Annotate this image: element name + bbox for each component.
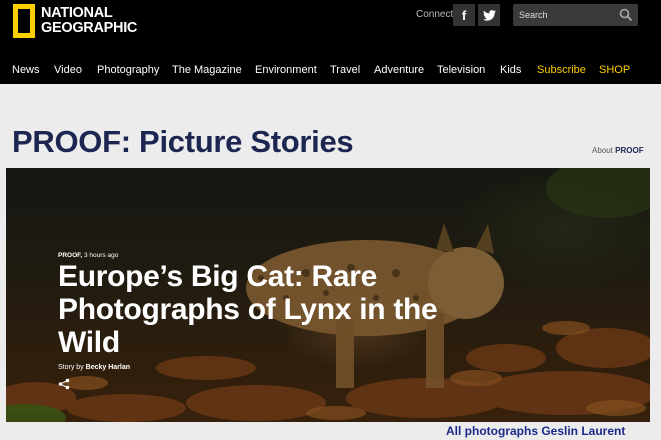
nav-environment[interactable]: Environment: [255, 64, 317, 76]
logo-text: NATIONAL GEOGRAPHIC: [41, 6, 137, 36]
search-icon[interactable]: [619, 8, 633, 22]
story-time: 3 hours ago: [84, 252, 119, 259]
logo-line-2: GEOGRAPHIC: [41, 20, 138, 36]
nav-travel[interactable]: Travel: [330, 64, 360, 76]
story-title[interactable]: Europe’s Big Cat: Rare Photographs of Ly…: [58, 260, 498, 359]
connect-label: Connect:: [416, 9, 457, 20]
page-title: PROOF: Picture Stories: [12, 124, 354, 159]
main-nav: News Video Photography The Magazine Envi…: [0, 57, 661, 84]
share-icon[interactable]: [58, 378, 70, 390]
about-proof-link[interactable]: About PROOF: [592, 146, 644, 155]
twitter-button[interactable]: [478, 4, 500, 26]
search-input[interactable]: [513, 4, 618, 26]
facebook-button[interactable]: f: [453, 4, 475, 26]
nav-subscribe[interactable]: Subscribe: [537, 64, 586, 76]
nav-kids[interactable]: Kids: [500, 64, 521, 76]
photo-credit-caption: All photographs Geslin Laurent: [446, 424, 626, 438]
about-prefix: About: [592, 146, 613, 155]
hero-story[interactable]: PROOF, 3 hours ago Europe’s Big Cat: Rar…: [6, 168, 650, 422]
nav-television[interactable]: Television: [437, 64, 485, 76]
nav-adventure[interactable]: Adventure: [374, 64, 424, 76]
story-author[interactable]: Becky Harlan: [86, 364, 130, 371]
story-meta: PROOF, 3 hours ago: [58, 252, 118, 259]
natgeo-logo[interactable]: NATIONAL GEOGRAPHIC: [13, 4, 137, 38]
logo-line-1: NATIONAL: [41, 5, 113, 21]
facebook-icon: f: [461, 7, 467, 23]
story-section: PROOF,: [58, 252, 83, 259]
top-header: NATIONAL GEOGRAPHIC Connect: f: [0, 0, 661, 57]
nav-video[interactable]: Video: [54, 64, 82, 76]
search-box[interactable]: [513, 4, 638, 26]
yellow-border-icon: [13, 4, 35, 38]
nav-news[interactable]: News: [12, 64, 40, 76]
nav-shop[interactable]: SHOP: [599, 64, 630, 76]
about-link-text: PROOF: [615, 146, 644, 155]
twitter-icon: [482, 9, 496, 21]
byline-prefix: Story by: [58, 364, 84, 371]
story-byline: Story by Becky Harlan: [58, 364, 130, 371]
nav-the-magazine[interactable]: The Magazine: [172, 64, 242, 76]
nav-photography[interactable]: Photography: [97, 64, 159, 76]
